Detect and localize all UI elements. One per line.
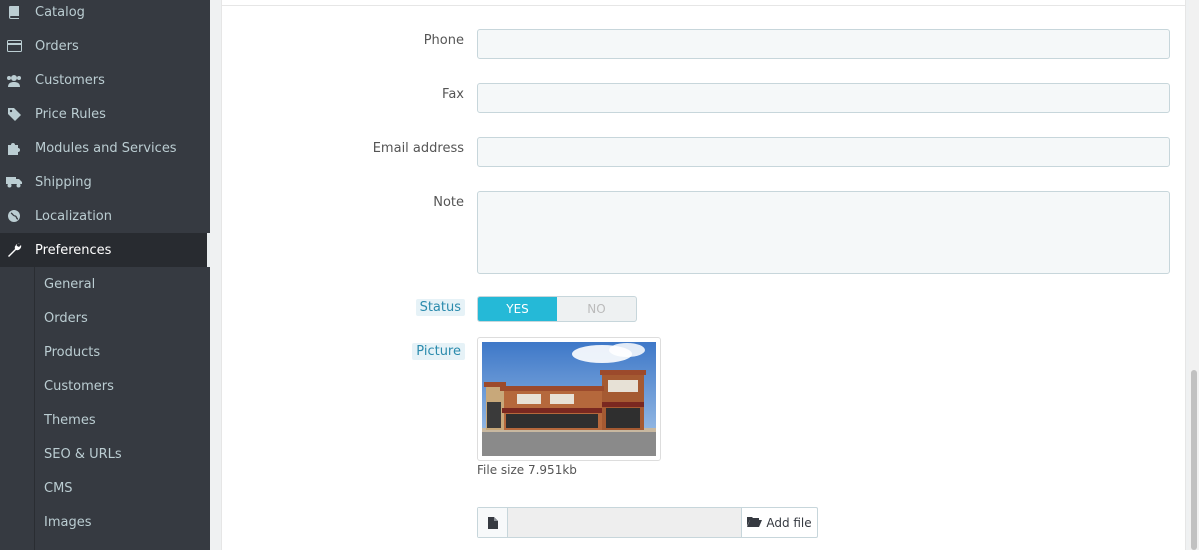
phone-label: Phone: [423, 33, 464, 48]
store-building-image: [482, 342, 656, 456]
file-name-field[interactable]: [508, 508, 741, 537]
submenu-item-themes[interactable]: Themes: [44, 403, 96, 437]
menu-label: Customers: [35, 72, 105, 88]
file-upload: Add file: [477, 507, 818, 538]
note-textarea[interactable]: [477, 191, 1170, 274]
submenu-item-seo-urls[interactable]: SEO & URLs: [44, 437, 122, 471]
email-label: Email address: [372, 141, 464, 156]
preferences-submenu: General Orders Products Customers Themes…: [0, 267, 210, 550]
submenu-item-customers[interactable]: Customers: [44, 369, 114, 403]
email-input[interactable]: [477, 137, 1170, 167]
store-form-panel: Phone Fax Email address Note Status YES …: [221, 0, 1186, 550]
note-label: Note: [433, 195, 464, 210]
status-yes-option[interactable]: YES: [478, 297, 557, 321]
submenu-item-cms[interactable]: CMS: [44, 471, 73, 505]
menu-label: Preferences: [35, 242, 112, 258]
menu-label: Price Rules: [35, 106, 106, 122]
menu-item-preferences[interactable]: Preferences: [0, 233, 210, 267]
status-label: Status: [415, 299, 465, 316]
status-no-option[interactable]: NO: [557, 297, 636, 321]
globe-icon: [6, 208, 22, 224]
menu-label: Localization: [35, 208, 112, 224]
picture-label: Picture: [412, 343, 465, 360]
submenu-item-general[interactable]: General: [44, 267, 95, 301]
file-icon: [478, 508, 508, 537]
menu-item-shipping[interactable]: Shipping: [0, 165, 210, 199]
folder-open-icon: [747, 516, 763, 530]
submenu-item-orders[interactable]: Orders: [44, 301, 88, 335]
menu-label: Modules and Services: [35, 140, 177, 156]
sidebar: Catalog Orders Customers Price Rules Mod…: [0, 0, 210, 550]
status-toggle[interactable]: YES NO: [477, 296, 637, 322]
menu-item-orders[interactable]: Orders: [0, 29, 210, 63]
menu-label: Orders: [35, 38, 79, 54]
store-picture-thumbnail: [477, 337, 661, 461]
submenu-item-products[interactable]: Products: [44, 335, 100, 369]
puzzle-icon: [6, 140, 22, 156]
submenu-item-images[interactable]: Images: [44, 505, 92, 539]
phone-input[interactable]: [477, 29, 1170, 59]
tags-icon: [6, 106, 22, 122]
menu-label: Shipping: [35, 174, 92, 190]
fax-input[interactable]: [477, 83, 1170, 113]
add-file-button[interactable]: Add file: [741, 508, 817, 537]
file-size-text: File size 7.951kb: [477, 463, 577, 477]
submenu-rail: [34, 267, 35, 550]
credit-card-icon: [6, 38, 22, 54]
menu-item-price-rules[interactable]: Price Rules: [0, 97, 210, 131]
users-icon: [6, 72, 22, 88]
menu-label: Catalog: [35, 4, 85, 20]
menu-item-modules[interactable]: Modules and Services: [0, 131, 210, 165]
panel-divider: [222, 5, 1185, 6]
menu-item-catalog[interactable]: Catalog: [0, 0, 210, 29]
menu-item-customers[interactable]: Customers: [0, 63, 210, 97]
truck-icon: [6, 174, 22, 190]
wrench-icon: [6, 242, 22, 258]
add-file-label: Add file: [766, 515, 812, 530]
menu-item-localization[interactable]: Localization: [0, 199, 210, 233]
fax-label: Fax: [442, 87, 464, 102]
book-icon: [6, 4, 22, 20]
scrollbar-thumb[interactable]: [1191, 370, 1197, 550]
